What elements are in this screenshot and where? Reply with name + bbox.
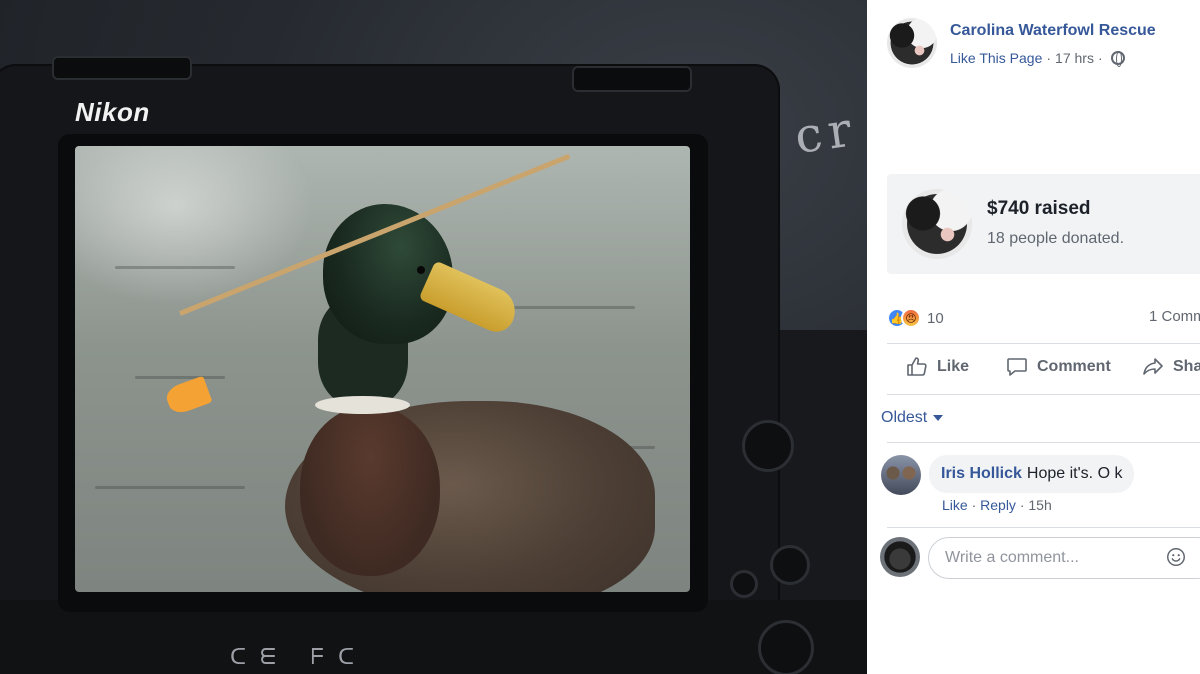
like-page-link[interactable]: Like This Page [950,50,1042,66]
camera-hinge-right [572,66,692,92]
like-label: Like [937,358,970,375]
camera-hinge-left [52,56,192,80]
comment-label: Comment [1037,358,1111,375]
comment-button[interactable]: Comment [1005,350,1111,384]
post-side-panel: Carolina Waterfowl Rescue Like This Page… [867,0,1200,674]
commenter-avatar[interactable] [881,455,921,495]
certification-marks: ᑕᗴ ᖴᑕ [230,645,369,670]
water-ripple [135,376,225,379]
comment-bubble: Iris Hollick Hope it's. O k [929,455,1135,493]
fundraiser-card[interactable]: $740 raised 18 people donated. [887,174,1200,274]
comment-time[interactable]: 15h [1028,497,1051,513]
meta-separator: · [1046,50,1052,66]
lcd-screen [75,146,690,592]
fundraiser-donors: 18 people donated. [987,230,1125,247]
comment-icon [1007,358,1027,376]
water-ripple [115,266,235,269]
page-name-link[interactable]: Carolina Waterfowl Rescue [950,22,1156,40]
divider [887,442,1200,443]
divider [887,394,1200,395]
arrow-tip [163,375,213,417]
post-meta: Like This Page · 17 hrs · [950,50,1125,67]
like-button[interactable]: Like [905,350,969,384]
page-avatar[interactable] [887,18,937,68]
fundraiser-amount: $740 raised [987,198,1091,219]
meta-separator: · [1097,50,1103,66]
comment-count-link[interactable]: 1 Comm [1149,308,1200,325]
thumbs-up-icon [907,357,927,376]
duck-eye [417,266,425,274]
angry-reaction-icon: 😠 [901,308,921,328]
screen-glare [75,146,315,306]
camera-button [770,545,810,585]
share-label: Sha [1173,358,1200,375]
nikon-logo: Nikon [75,97,150,127]
comment-text: Hope it's. O k [1026,465,1123,482]
comment-author-link[interactable]: Iris Hollick [941,465,1022,483]
comment-actions: Like · Reply · 15h [942,497,1052,513]
comment-separator: · [1019,497,1025,513]
emoji-smile-icon[interactable] [1165,546,1187,568]
camera-button [758,620,814,674]
share-button[interactable]: Sha [1141,350,1200,384]
write-comment-input[interactable]: Write a comment... [928,537,1200,579]
sort-label: Oldest [881,409,928,426]
comment-like-link[interactable]: Like [942,497,968,513]
caret-down-icon [933,415,944,421]
water-ripple [495,306,635,309]
camera-button [730,570,758,598]
fabric-print: cr [791,100,861,166]
post-actions: Like Comment Sha [887,350,1200,384]
reactions-summary[interactable]: 👍 😠 10 1 Comm [887,305,1200,331]
current-user-avatar [880,537,920,577]
divider [887,527,1200,528]
share-arrow-icon [1143,358,1163,375]
comment-reply-link[interactable]: Reply [980,497,1016,513]
duck-collar [315,396,410,414]
post-photo[interactable]: cr Nikon ᑕᗴ ᖴᑕ [0,0,867,674]
post-time[interactable]: 17 hrs [1055,50,1094,66]
duck-breast [300,406,440,576]
reaction-count: 10 [927,309,944,327]
divider [887,343,1200,344]
comment-input-placeholder: Write a comment... [945,549,1079,566]
water-ripple [95,486,245,489]
fundraiser-avatar [902,189,972,259]
globe-icon[interactable] [1110,51,1125,67]
comment-separator: · [971,497,977,513]
comment-sort-dropdown[interactable]: Oldest [881,409,944,427]
camera-dial [742,420,794,472]
